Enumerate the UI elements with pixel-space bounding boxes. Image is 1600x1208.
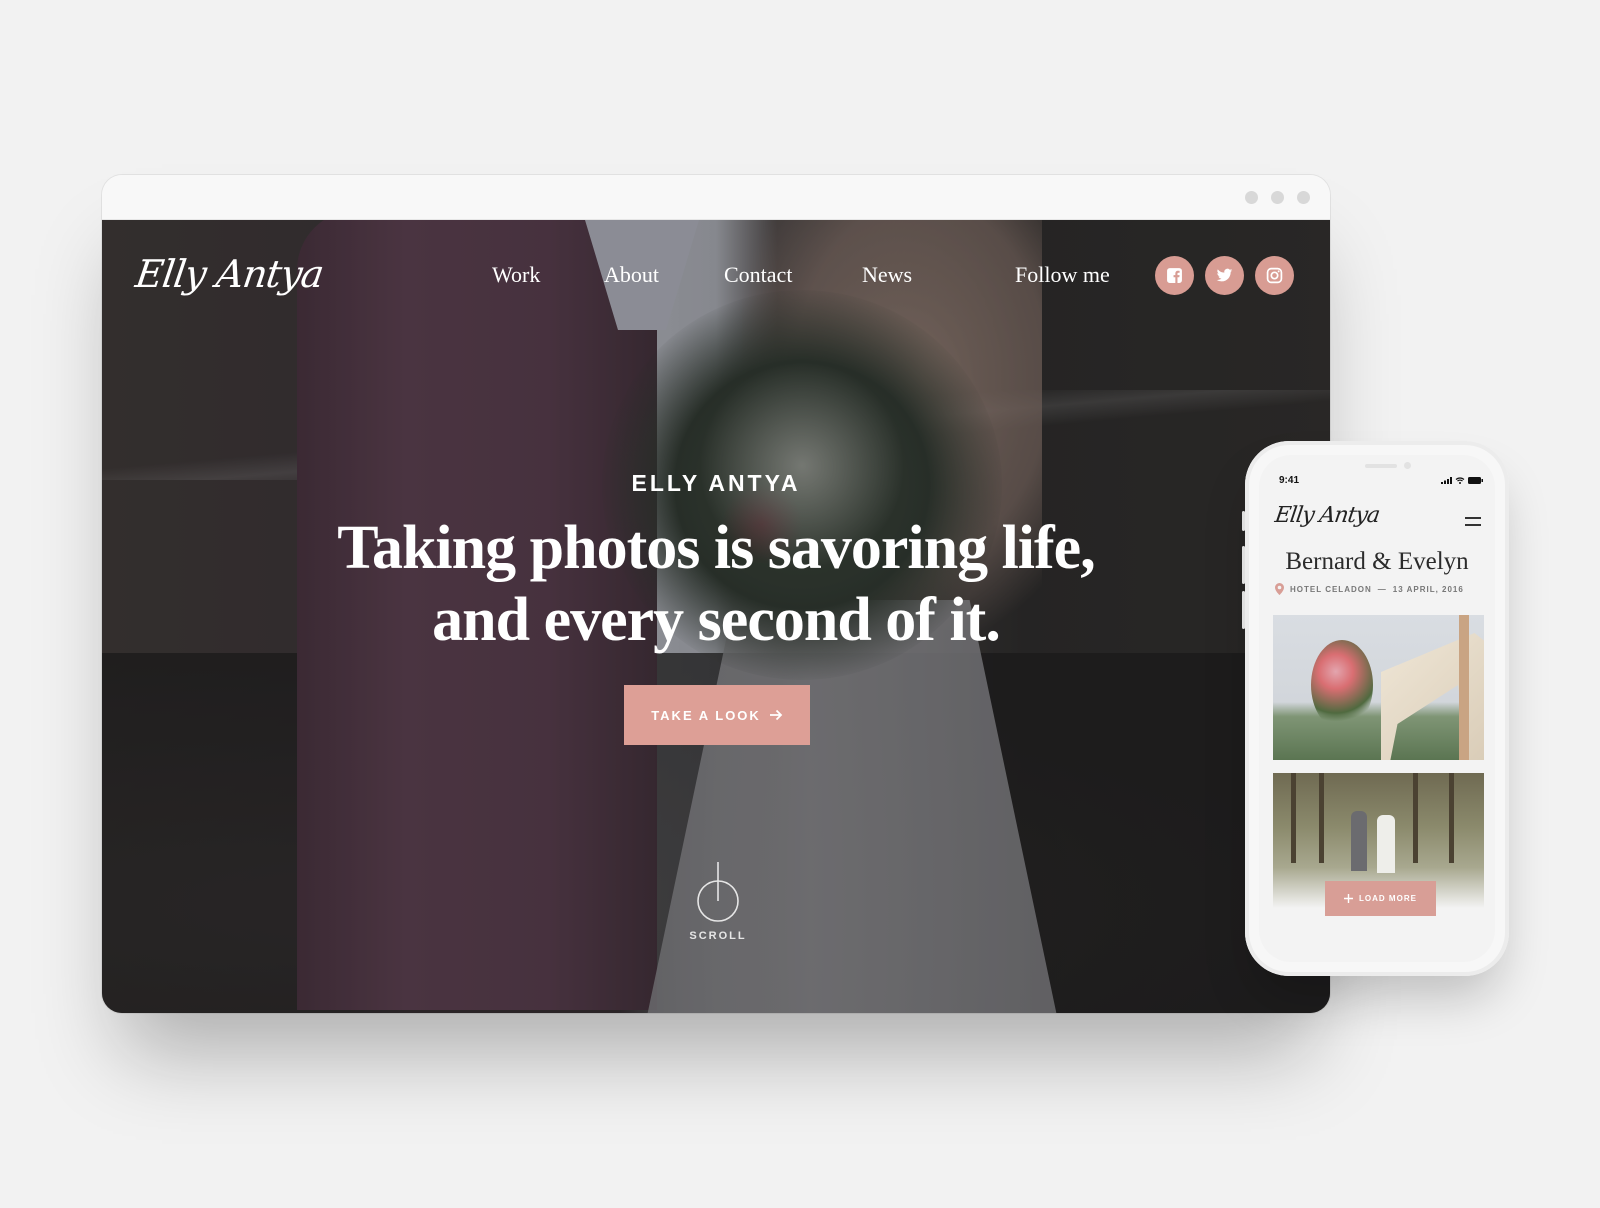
phone-side-button	[1242, 511, 1245, 531]
phone-side-button	[1242, 591, 1245, 629]
nav-link-news[interactable]: News	[862, 262, 912, 288]
twitter-button[interactable]	[1205, 256, 1244, 295]
signal-icon	[1441, 477, 1452, 484]
hero-section: Elly Antya Work About Contact News Follo…	[102, 220, 1330, 1013]
window-dot[interactable]	[1245, 191, 1258, 204]
mobile-site-logo[interactable]: Elly Antya	[1273, 503, 1381, 528]
scroll-label: SCROLL	[689, 930, 747, 942]
window-dot[interactable]	[1297, 191, 1310, 204]
phone-side-button	[1242, 546, 1245, 584]
take-a-look-button[interactable]: TAKE A LOOK	[624, 685, 810, 745]
cta-label: TAKE A LOOK	[651, 707, 761, 723]
hero-eyebrow: ELLY ANTYA	[631, 470, 801, 496]
instagram-button[interactable]	[1255, 256, 1294, 295]
photo-tree	[1413, 773, 1418, 863]
desktop-browser-mockup: Elly Antya Work About Contact News Follo…	[102, 175, 1330, 1013]
arrow-right-icon	[769, 709, 783, 721]
gallery-location: HOTEL CELADON	[1290, 584, 1372, 594]
status-icons	[1441, 477, 1483, 484]
gallery-photo-bouquet[interactable]	[1273, 615, 1484, 760]
twitter-icon	[1216, 268, 1233, 282]
wifi-icon	[1455, 477, 1465, 484]
hero-headline-line1: Taking photos is savoring life,	[337, 514, 1095, 582]
load-more-button[interactable]: LOAD MORE	[1325, 881, 1436, 916]
photo-flowers	[1311, 640, 1373, 730]
photo-bride	[1377, 815, 1395, 873]
photo-tree	[1319, 773, 1324, 863]
facebook-button[interactable]	[1155, 256, 1194, 295]
photo-arch-post	[1459, 615, 1469, 760]
facebook-icon	[1167, 268, 1182, 283]
nav-link-about[interactable]: About	[604, 262, 659, 288]
photo-tree	[1449, 773, 1454, 863]
scroll-indicator-icon	[697, 862, 739, 922]
follow-me-label: Follow me	[1015, 262, 1110, 287]
window-dot[interactable]	[1271, 191, 1284, 204]
instagram-icon	[1266, 267, 1283, 284]
hero-headline-line2: and every second of it.	[432, 586, 1001, 654]
photo-groom	[1351, 811, 1367, 871]
gallery-separator: —	[1377, 584, 1387, 594]
hamburger-menu-icon[interactable]	[1465, 517, 1481, 527]
main-nav: Elly Antya Work About Contact News Follo…	[102, 220, 1330, 330]
nav-link-contact[interactable]: Contact	[724, 262, 792, 288]
map-pin-icon	[1275, 583, 1284, 595]
site-logo[interactable]: Elly Antya	[133, 252, 326, 296]
browser-toolbar	[102, 175, 1330, 220]
phone-screen: 9:41 Elly Antya Bernard & Evelyn HOTEL C…	[1259, 455, 1495, 962]
gallery-date: 13 APRIL, 2016	[1392, 584, 1464, 594]
phone-speaker	[1365, 464, 1397, 468]
hero-headline: Taking photos is savoring life, and ever…	[102, 512, 1330, 656]
gallery-title: Bernard & Evelyn	[1285, 548, 1469, 575]
nav-link-work[interactable]: Work	[492, 262, 540, 288]
status-time: 9:41	[1279, 475, 1300, 486]
window-controls	[1245, 191, 1310, 204]
gallery-meta: HOTEL CELADON — 13 APRIL, 2016	[1275, 583, 1464, 595]
phone-camera	[1404, 462, 1411, 469]
scroll-indicator[interactable]: SCROLL	[678, 860, 758, 942]
battery-icon	[1468, 477, 1483, 484]
load-more-label: LOAD MORE	[1359, 894, 1417, 903]
mobile-phone-mockup: 9:41 Elly Antya Bernard & Evelyn HOTEL C…	[1242, 441, 1509, 976]
plus-icon	[1344, 894, 1354, 903]
photo-tree	[1291, 773, 1296, 863]
